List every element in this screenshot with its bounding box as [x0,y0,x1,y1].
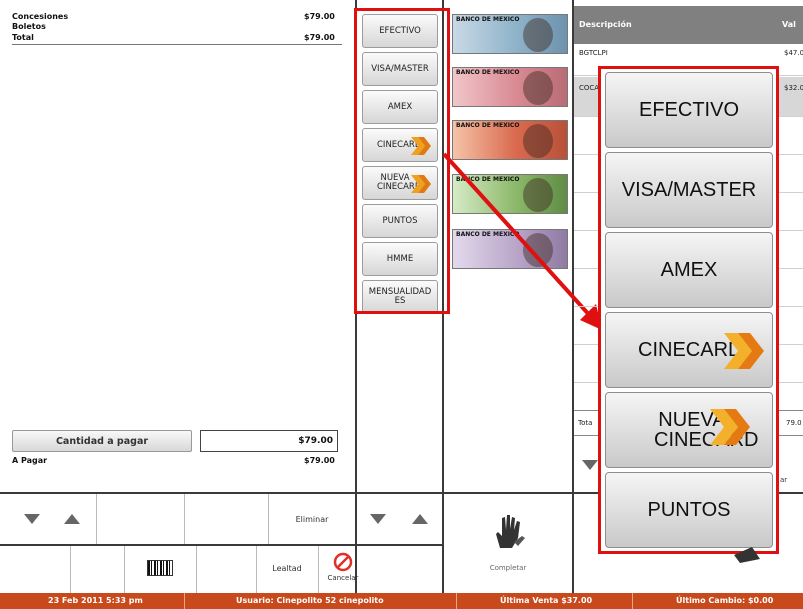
cantidad-a-pagar-button[interactable]: Cantidad a pagar [12,430,192,452]
scroll-up-button[interactable] [402,504,438,534]
barcode-button[interactable] [138,554,182,582]
pos-screen: Concesiones $79.00 Boletos Total $79.00 … [0,0,803,609]
column-header-descripcion: Descripción [579,20,632,29]
scroll-up-button[interactable] [54,504,90,534]
scroll-down-button[interactable] [14,504,50,534]
divider [318,546,319,593]
barcode-icon [147,560,173,576]
chevron-down-icon [370,514,386,524]
status-usuario: Usuario: Cinepolito 52 cinepolito [236,596,384,605]
chevron-right-icon [708,407,752,447]
status-ultimo-cambio: Último Cambio: $0.00 [676,596,774,605]
table-cell-value: $47.0 [784,49,803,57]
table-cell-value: $32.0 [784,84,803,92]
side-action-button[interactable] [734,545,764,563]
zoom-button-efectivo[interactable]: EFECTIVO [605,72,773,148]
side-text: ar [780,476,788,484]
chevron-up-icon [412,514,428,524]
cancelar-label: Cancelar [327,574,359,582]
divider [184,494,185,544]
bill-header: BANCO DE MEXICO [456,69,520,76]
summary-divider [12,44,342,45]
summary-label-concesiones: Concesiones [12,12,69,21]
hand-icon [496,515,525,548]
status-divider [456,593,457,609]
apagar-value: $79.00 [304,456,335,465]
arrow-annotation-icon [442,152,602,330]
divider [96,494,97,544]
bill-portrait [523,71,553,105]
divider [124,546,125,593]
table-total-value: 79.0 [786,419,802,427]
divider [196,546,197,593]
zoom-button-cinecard[interactable]: CINECARD [605,312,773,388]
status-bar: 23 Feb 2011 5:33 pm Usuario: Cinepolito … [0,593,803,609]
zoom-button-nueva-cinecard[interactable]: NUEVA CINECARD [605,392,773,468]
lealtad-button[interactable]: Lealtad [258,554,316,582]
divider [70,546,71,593]
divider [268,494,269,544]
chevron-right-icon [722,331,766,371]
hand-icon [734,547,760,563]
eliminar-button[interactable]: Eliminar [270,504,354,534]
status-date: 23 Feb 2011 5:33 pm [48,596,143,605]
table-total-label: Tota [578,419,593,427]
items-table-header: Descripción Val [574,6,803,44]
apagar-label: A Pagar [12,456,48,465]
column-header-valor: Val [782,20,796,29]
scroll-down-button[interactable] [360,504,396,534]
summary-label-total: Total [12,33,34,42]
bill-header: BANCO DE MEXICO [456,16,520,23]
chevron-down-icon [582,460,598,470]
bill-portrait [523,18,553,52]
completar-label: Completar [489,564,527,572]
zoom-button-visa-master[interactable]: VISA/MASTER [605,152,773,228]
summary-value-concesiones: $79.00 [304,12,335,21]
table-cell-desc: BGTCLPI [579,49,608,57]
summary-label-boletos: Boletos [12,22,46,31]
status-divider [184,593,185,609]
table-cell-desc: COCA [579,84,600,92]
summary-panel: Concesiones $79.00 Boletos Total $79.00 … [0,0,355,492]
completar-button[interactable]: Completar [444,494,572,593]
bill-image[interactable]: BANCO DE MEXICO [452,67,568,107]
payment-highlight-box [354,8,450,314]
cancelar-button[interactable]: Cancelar [320,548,366,590]
status-divider [632,593,633,609]
chevron-up-icon [64,514,80,524]
bill-image[interactable]: BANCO DE MEXICO [452,14,568,54]
divider [0,544,443,546]
status-ultima-venta: Última Venta $37.00 [500,596,593,605]
summary-value-total: $79.00 [304,33,335,42]
bill-header: BANCO DE MEXICO [456,122,520,129]
cancel-icon [333,552,353,572]
zoom-button-amex[interactable]: AMEX [605,232,773,308]
table-scroll-down-button[interactable] [582,460,598,470]
zoom-button-puntos[interactable]: PUNTOS [605,472,773,548]
chevron-down-icon [24,514,40,524]
cantidad-a-pagar-input[interactable]: $79.00 [200,430,338,452]
divider [256,546,257,593]
